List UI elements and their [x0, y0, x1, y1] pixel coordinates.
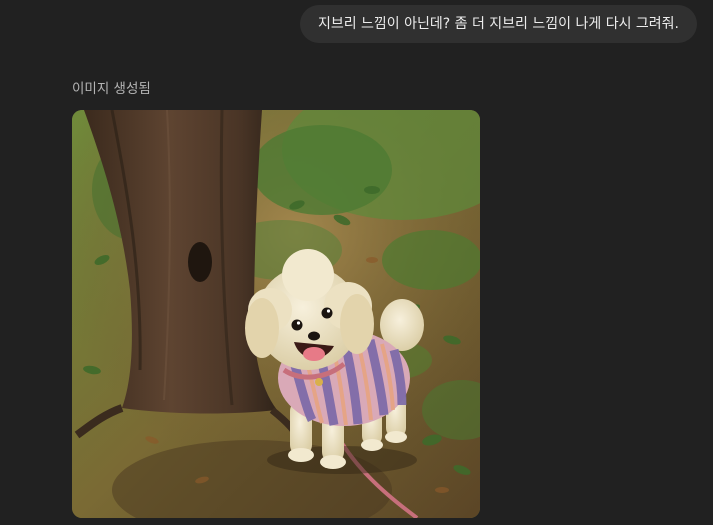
image-generated-label: 이미지 생성됨: [72, 81, 151, 97]
generated-image[interactable]: [72, 110, 480, 518]
user-message-bubble: 지브리 느낌이 아닌데? 좀 더 지브리 느낌이 나게 다시 그려줘.: [299, 5, 697, 43]
generated-image-illustration: [72, 110, 480, 518]
chat-view: 지브리 느낌이 아닌데? 좀 더 지브리 느낌이 나게 다시 그려줘. 이미지 …: [0, 0, 713, 525]
